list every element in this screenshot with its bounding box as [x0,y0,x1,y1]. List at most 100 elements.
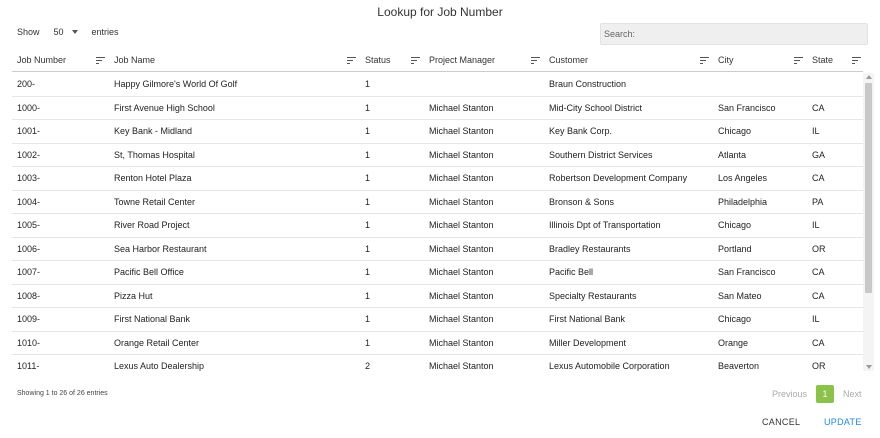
length-suffix: entries [91,27,119,37]
vertical-scrollbar[interactable] [863,73,874,371]
table-body: 200- Happy Gilmore's World Of Golf 1 Bra… [12,73,863,371]
cell-city: Philadelphia [718,196,768,207]
cell-status: 1 [365,149,371,160]
scroll-up-icon[interactable] [866,75,872,79]
cell-job-name: Towne Retail Center [114,196,196,207]
cell-city: Beaverton [718,361,760,371]
cell-job-name: Orange Retail Center [114,337,200,348]
cell-job-number: 200- [17,79,36,89]
cell-state: IL [812,126,820,136]
cell-job-number: 1010- [17,337,41,348]
cell-job-number: 1007- [17,267,41,277]
cell-customer: Southern District Services [549,149,653,160]
cell-job-name: First National Bank [114,314,191,324]
cell-project-manager: Michael Stanton [429,196,494,207]
cell-customer: Braun Construction [549,79,627,89]
cell-customer: Specialty Restaurants [549,290,637,301]
cell-job-number: 1011- [17,361,40,371]
scroll-down-icon[interactable] [866,365,872,369]
table-row[interactable]: 1001- Key Bank - Midland 1 Michael Stant… [12,120,863,144]
table-row[interactable]: 1011- Lexus Auto Dealership 2 Michael St… [12,355,863,371]
cell-job-name: Happy Gilmore's World Of Golf [114,79,238,89]
cell-project-manager: Michael Stanton [429,290,494,301]
table-row[interactable]: 1006- Sea Harbor Restaurant 1 Michael St… [12,238,863,261]
cell-state: IL [812,220,820,230]
column-header-state[interactable]: State [812,50,833,72]
cell-city: San Francisco [718,267,776,277]
cell-job-number: 1006- [17,243,41,254]
column-header-project-manager[interactable]: Project Manager [429,50,495,72]
cell-status: 1 [365,126,371,136]
sort-lines-icon[interactable] [347,57,356,64]
column-header-city[interactable]: City [718,50,734,72]
page-button-current[interactable]: 1 [816,385,835,403]
sort-lines-icon[interactable] [411,57,420,64]
sort-lines-icon[interactable] [96,57,105,64]
length-select[interactable]: 50 [54,27,78,37]
sort-lines-icon[interactable] [852,57,861,64]
cell-city: Orange [718,337,749,348]
cell-project-manager: Michael Stanton [429,337,494,348]
table-row[interactable]: 1007- Pacific Bell Office 1 Michael Stan… [12,261,863,285]
cell-job-number: 1001- [17,126,41,136]
cell-customer: Miller Development [549,337,627,348]
sort-lines-icon[interactable] [531,57,540,64]
cell-job-name: First Avenue High School [114,102,215,113]
cell-customer: Key Bank Corp. [549,126,613,136]
cancel-button[interactable]: CANCEL [762,417,800,427]
previous-page-button[interactable]: Previous [772,389,807,399]
cell-job-name: Lexus Auto Dealership [114,361,205,371]
table-row[interactable]: 1005- River Road Project 1 Michael Stant… [12,214,863,238]
length-control: Show 50 entries [17,27,119,37]
cell-state: GA [812,149,826,160]
cell-status: 1 [365,314,371,324]
scrollbar-thumb[interactable] [865,83,872,293]
column-header-job-number[interactable]: Job Number [17,50,66,72]
update-button[interactable]: UPDATE [824,417,862,427]
sort-lines-icon[interactable] [700,57,709,64]
cell-job-name: Pacific Bell Office [114,267,184,277]
table-row[interactable]: 1010- Orange Retail Center 1 Michael Sta… [12,332,863,355]
cell-state: CA [812,267,825,277]
cell-project-manager: Michael Stanton [429,243,494,254]
cell-status: 2 [365,361,371,371]
dialog-title: Lookup for Job Number [377,5,503,19]
cell-status: 1 [365,79,371,89]
table-row[interactable]: 200- Happy Gilmore's World Of Golf 1 Bra… [12,73,863,97]
cell-project-manager: Michael Stanton [429,220,494,230]
table-row[interactable]: 1008- Pizza Hut 1 Michael Stanton Specia… [12,285,863,308]
cell-city: Chicago [718,220,752,230]
cell-state: OR [812,361,826,371]
table-row[interactable]: 1002- St, Thomas Hospital 1 Michael Stan… [12,144,863,167]
table-row[interactable]: 1003- Renton Hotel Plaza 1 Michael Stant… [12,167,863,191]
column-header-customer[interactable]: Customer [549,50,588,72]
chevron-down-icon [71,30,78,34]
cell-project-manager: Michael Stanton [429,267,494,277]
cell-customer: Mid-City School District [549,102,643,113]
next-page-button[interactable]: Next [843,389,862,399]
cell-city: San Francisco [718,102,776,113]
search-input[interactable] [600,23,868,45]
column-header-job-name[interactable]: Job Name [114,50,155,72]
cell-status: 1 [365,102,371,113]
cell-project-manager: Michael Stanton [429,102,494,113]
cell-customer: Lexus Automobile Corporation [549,361,670,371]
table-header: Job Number Job Name Status Project Manag… [12,50,863,72]
column-header-status[interactable]: Status [365,50,391,72]
cell-status: 1 [365,220,371,230]
cell-job-number: 1009- [17,314,41,324]
cell-job-name: River Road Project [114,220,190,230]
cell-state: IL [812,314,820,324]
cell-job-number: 1005- [17,220,41,230]
table-row[interactable]: 1004- Towne Retail Center 1 Michael Stan… [12,191,863,214]
cell-customer: Bradley Restaurants [549,243,631,254]
cell-status: 1 [365,290,371,301]
sort-lines-icon[interactable] [794,57,803,64]
cell-status: 1 [365,267,371,277]
length-value: 50 [53,27,64,37]
cell-customer: Pacific Bell [549,267,594,277]
cell-state: PA [812,196,824,207]
table-row[interactable]: 1009- First National Bank 1 Michael Stan… [12,308,863,332]
cell-city: Chicago [718,126,752,136]
table-row[interactable]: 1000- First Avenue High School 1 Michael… [12,97,863,120]
